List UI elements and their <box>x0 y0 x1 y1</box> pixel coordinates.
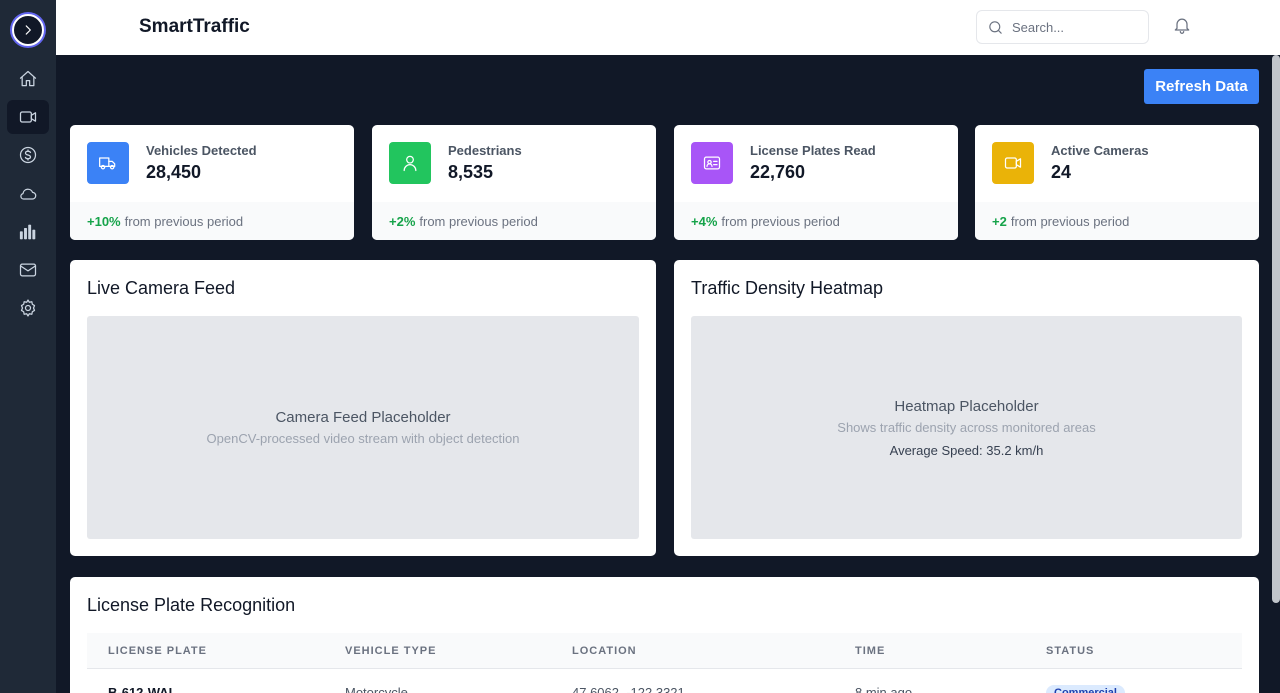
home-icon <box>19 70 37 87</box>
status-badge: Commercial <box>1046 685 1125 693</box>
bar-chart-icon <box>19 224 36 240</box>
sidebar-item-cloud[interactable] <box>7 177 49 211</box>
sidebar-item-home[interactable] <box>7 62 49 96</box>
column-header[interactable]: VEHICLE TYPE <box>345 645 436 657</box>
stat-change-suffix: from previous period <box>1010 213 1130 229</box>
stat-card-pedestrians: Pedestrians 8,535 +2% from previous peri… <box>372 125 656 240</box>
plate-cell: B-612-WAL <box>108 685 177 693</box>
stat-label: Active Cameras <box>1051 143 1149 158</box>
column-header[interactable]: LICENSE PLATE <box>108 645 207 657</box>
heatmap-placeholder: Heatmap Placeholder Shows traffic densit… <box>691 316 1242 539</box>
stat-card-license-plates: License Plates Read 22,760 +4% from prev… <box>674 125 958 240</box>
location-cell: 47.6062, -122.3321 <box>572 685 685 693</box>
gear-icon <box>20 299 36 317</box>
stat-label: Vehicles Detected <box>146 143 257 158</box>
stat-change-suffix: from previous period <box>124 213 244 229</box>
stat-change-suffix: from previous period <box>721 213 840 229</box>
vehicle-type-cell: Motorcycle <box>345 685 408 693</box>
stat-card-cameras: Active Cameras 24 +2 from previous perio… <box>975 125 1259 240</box>
person-icon <box>389 142 431 184</box>
placeholder-title: Heatmap Placeholder <box>894 397 1039 415</box>
stat-change-suffix: from previous period <box>419 213 538 229</box>
sidebar-item-messages[interactable] <box>7 253 49 287</box>
id-card-icon <box>691 142 733 184</box>
stat-change: +2% <box>389 213 416 229</box>
average-speed: Average Speed: 35.2 km/h <box>889 442 1044 458</box>
stat-value: 24 <box>1051 162 1072 182</box>
table-header: LICENSE PLATE VEHICLE TYPE LOCATION TIME… <box>87 633 1242 669</box>
cloud-icon <box>20 188 37 200</box>
search-input[interactable] <box>1012 19 1142 35</box>
chevron-right-icon <box>25 25 31 35</box>
mail-icon <box>19 263 37 277</box>
page-scrollbar[interactable] <box>1272 55 1280 603</box>
stat-change: +2 <box>992 213 1007 229</box>
panel-title: Live Camera Feed <box>87 278 236 298</box>
column-header[interactable]: LOCATION <box>572 645 637 657</box>
notifications-button[interactable] <box>1172 15 1194 37</box>
dollar-icon <box>19 146 37 164</box>
refresh-data-button[interactable]: Refresh Data <box>1144 69 1259 104</box>
stat-value: 8,535 <box>448 162 494 182</box>
camera-feed-panel: Live Camera Feed Camera Feed Placeholder… <box>70 260 656 556</box>
stat-footer: +10% from previous period <box>70 202 354 240</box>
column-header[interactable]: STATUS <box>1046 645 1094 657</box>
truck-icon <box>87 142 129 184</box>
placeholder-title: Camera Feed Placeholder <box>275 409 451 426</box>
stat-footer: +2% from previous period <box>372 202 656 240</box>
stat-label: Pedestrians <box>448 143 522 158</box>
search-icon <box>989 20 1002 34</box>
stat-value: 28,450 <box>146 162 202 182</box>
search-box[interactable] <box>976 10 1149 44</box>
sidebar-item-settings[interactable] <box>7 291 49 325</box>
sidebar-item-finance[interactable] <box>7 138 49 172</box>
placeholder-subtitle: Shows traffic density across monitored a… <box>837 419 1096 435</box>
stat-footer: +2 from previous period <box>975 202 1259 240</box>
stat-change: +4% <box>691 213 718 229</box>
license-plate-panel: License Plate Recognition LICENSE PLATE … <box>70 577 1259 693</box>
heatmap-panel: Traffic Density Heatmap Heatmap Placehol… <box>674 260 1259 556</box>
video-camera-icon <box>992 142 1034 184</box>
panel-title: Traffic Density Heatmap <box>691 278 884 298</box>
column-header[interactable]: TIME <box>855 645 885 657</box>
placeholder-subtitle: OpenCV-processed video stream with objec… <box>206 431 520 446</box>
sidebar-item-cameras[interactable] <box>7 100 49 134</box>
sidebar-item-reports[interactable] <box>7 215 49 249</box>
stat-value: 22,760 <box>750 162 806 182</box>
video-camera-icon <box>19 111 37 123</box>
camera-feed-placeholder: Camera Feed Placeholder OpenCV-processed… <box>87 316 639 539</box>
bell-icon <box>1174 18 1190 34</box>
stat-footer: +4% from previous period <box>674 202 958 240</box>
stat-label: License Plates Read <box>750 143 876 158</box>
sidebar <box>0 0 56 693</box>
stat-card-vehicles: Vehicles Detected 28,450 +10% from previ… <box>70 125 354 240</box>
sidebar-toggle-button[interactable] <box>12 14 44 46</box>
top-bar: SmartTraffic <box>56 0 1280 55</box>
time-cell: 8 min ago <box>855 685 913 693</box>
app-title: SmartTraffic <box>139 16 250 37</box>
stat-change: +10% <box>87 213 121 229</box>
panel-title: License Plate Recognition <box>87 595 296 615</box>
